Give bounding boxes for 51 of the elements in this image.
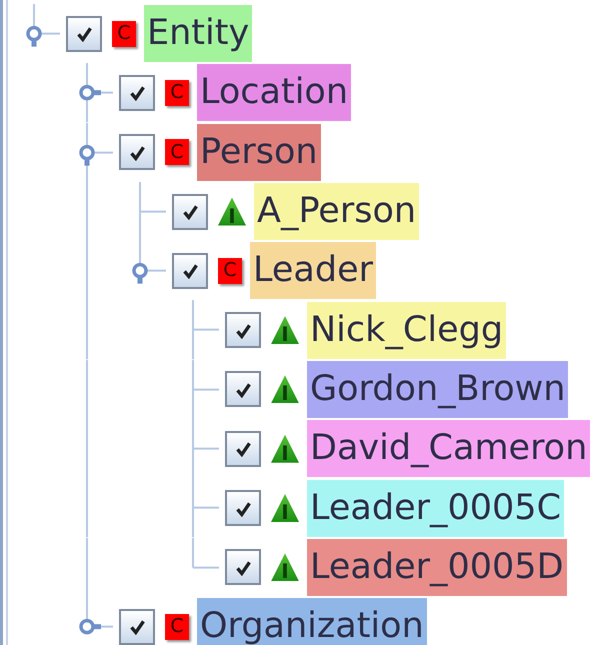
class-icon: C bbox=[165, 80, 189, 106]
checkbox[interactable] bbox=[119, 74, 155, 111]
class-icon: C bbox=[218, 258, 242, 284]
checkmark-icon bbox=[182, 262, 198, 280]
expand-handle[interactable] bbox=[26, 26, 42, 47]
expand-handle[interactable] bbox=[132, 263, 148, 284]
checkbox[interactable] bbox=[172, 194, 208, 230]
checkbox[interactable] bbox=[225, 549, 261, 586]
expand-handle[interactable] bbox=[79, 85, 101, 101]
checkmark-icon bbox=[234, 440, 252, 458]
checkmark-icon bbox=[182, 203, 198, 220]
tree-line bbox=[33, 4, 60, 35]
checkbox[interactable] bbox=[225, 371, 261, 408]
node-label[interactable]: Person bbox=[197, 124, 321, 181]
instance-icon: I bbox=[218, 198, 246, 226]
checkbox[interactable] bbox=[225, 312, 261, 348]
checkmark-icon bbox=[76, 25, 92, 42]
node-label[interactable]: Leader_0005D bbox=[307, 538, 567, 596]
instance-icon: I bbox=[271, 316, 299, 344]
class-icon: C bbox=[165, 139, 189, 166]
node-label[interactable]: Organization bbox=[197, 598, 427, 645]
instance-icon: I bbox=[271, 553, 299, 582]
checkmark-icon bbox=[128, 144, 146, 161]
checkbox[interactable] bbox=[225, 490, 261, 526]
checkbox[interactable] bbox=[66, 16, 102, 52]
node-label[interactable]: Gordon_Brown bbox=[307, 360, 568, 418]
node-label[interactable]: Nick_Clegg bbox=[307, 302, 506, 359]
class-icon: C bbox=[112, 20, 136, 47]
checkbox[interactable] bbox=[119, 608, 155, 645]
checkmark-icon bbox=[234, 380, 252, 398]
node-label[interactable]: Entity bbox=[144, 5, 252, 62]
expand-handle[interactable] bbox=[79, 144, 95, 166]
checkbox[interactable] bbox=[119, 134, 155, 170]
checkmark-icon bbox=[128, 84, 146, 102]
checkmark-icon bbox=[128, 618, 146, 636]
instance-icon: I bbox=[271, 434, 299, 463]
tree-line bbox=[86, 63, 113, 123]
node-label[interactable]: David_Cameron bbox=[307, 420, 590, 478]
class-icon: C bbox=[165, 614, 189, 640]
checkmark-icon bbox=[234, 558, 252, 576]
expand-handle[interactable] bbox=[79, 618, 101, 634]
node-label[interactable]: Leader bbox=[250, 242, 376, 300]
checkmark-icon bbox=[234, 500, 252, 517]
node-label[interactable]: Leader_0005C bbox=[307, 480, 564, 537]
checkbox[interactable] bbox=[225, 430, 261, 467]
checkbox[interactable] bbox=[172, 252, 208, 289]
node-label[interactable]: A_Person bbox=[254, 183, 420, 240]
checkmark-icon bbox=[234, 322, 252, 339]
node-label[interactable]: Location bbox=[197, 64, 352, 122]
instance-icon: I bbox=[271, 375, 299, 404]
instance-icon: I bbox=[271, 494, 299, 522]
